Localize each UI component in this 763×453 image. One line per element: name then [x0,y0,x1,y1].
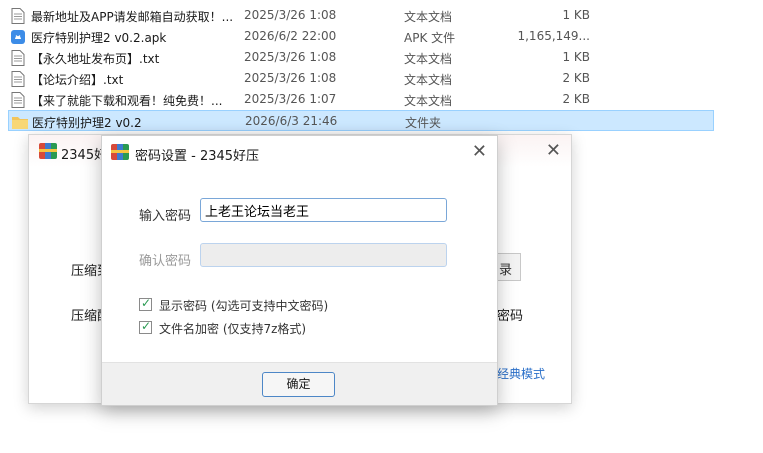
dialog-title: 密码设置 - 2345好压 [135,149,260,164]
text-file-icon [11,92,25,108]
file-name: 【永久地址发布页】.txt [31,52,160,66]
check-icon: ✓ [141,296,152,310]
classic-mode-link[interactable]: 经典模式 [497,365,545,382]
file-size: 1 KB [562,50,590,64]
encrypt-filenames-label[interactable]: 文件名加密 (仅支持7z格式) [159,320,306,337]
file-size: 1,165,149... [517,29,590,43]
file-name: 医疗特别护理2 v0.2 [32,116,142,130]
file-date: 2025/3/26 1:07 [244,92,337,106]
confirm-password-input[interactable] [200,243,447,267]
file-size: 2 KB [562,71,590,85]
file-row[interactable]: 医疗特别护理2 v0.2.apk 2026/6/2 22:00 APK 文件 1… [8,26,714,47]
show-password-checkbox[interactable]: ✓ [139,296,152,311]
password-link-text[interactable]: 密码 [497,305,523,324]
confirm-password-label: 确认密码 [139,254,192,269]
check-icon: ✓ [141,319,152,333]
close-icon[interactable]: ✕ [546,140,561,161]
file-date: 2025/3/26 1:08 [244,8,337,22]
password-label: 输入密码 [139,209,192,224]
ok-button[interactable]: 确定 [262,372,335,397]
file-type: 文本文档 [404,94,453,108]
password-input[interactable] [200,198,447,222]
file-row[interactable]: 最新地址及APP请发邮箱自动获取！... 2025/3/26 1:08 文本文档… [8,5,714,26]
file-name: 【论坛介绍】.txt [31,73,124,87]
file-name: 【来了就能下载和观看！纯免费！... [31,94,223,108]
file-date: 2025/3/26 1:08 [244,71,337,85]
show-password-label[interactable]: 显示密码 (勾选可支持中文密码) [159,297,328,314]
file-type: 文件夹 [405,116,442,130]
text-file-icon [11,71,25,87]
file-date: 2025/3/26 1:08 [244,50,337,64]
encrypt-filenames-checkbox[interactable]: ✓ [139,319,152,334]
file-type: 文本文档 [404,10,453,24]
close-icon[interactable]: ✕ [472,141,487,162]
file-row-selected[interactable]: 医疗特别护理2 v0.2 2026/6/3 21:46 文件夹 [8,110,714,131]
password-dialog: 密码设置 - 2345好压 ✕ 输入密码 确认密码 ✓ 显示密码 (勾选可支持中… [101,135,498,406]
file-row[interactable]: 【来了就能下载和观看！纯免费！... 2025/3/26 1:07 文本文档 2… [8,89,714,110]
folder-icon [12,114,28,130]
file-type: 文本文档 [404,73,453,87]
text-file-icon [11,8,25,24]
file-type: APK 文件 [404,31,456,45]
file-date: 2026/6/3 21:46 [245,114,338,128]
file-name: 医疗特别护理2 v0.2.apk [31,31,167,45]
file-size: 1 KB [562,8,590,22]
file-row[interactable]: 【永久地址发布页】.txt 2025/3/26 1:08 文本文档 1 KB [8,47,714,68]
dialog-footer: 确定 [102,362,497,405]
file-size: 2 KB [562,92,590,106]
file-row[interactable]: 【论坛介绍】.txt 2025/3/26 1:08 文本文档 2 KB [8,68,714,89]
file-date: 2026/6/2 22:00 [244,29,337,43]
text-file-icon [11,50,25,66]
file-type: 文本文档 [404,52,453,66]
app-logo-icon [39,143,57,159]
apk-file-icon [11,29,25,45]
file-name: 最新地址及APP请发邮箱自动获取！... [31,10,234,24]
app-logo-icon [111,144,129,160]
dialog-titlebar: 密码设置 - 2345好压 ✕ [102,136,497,168]
